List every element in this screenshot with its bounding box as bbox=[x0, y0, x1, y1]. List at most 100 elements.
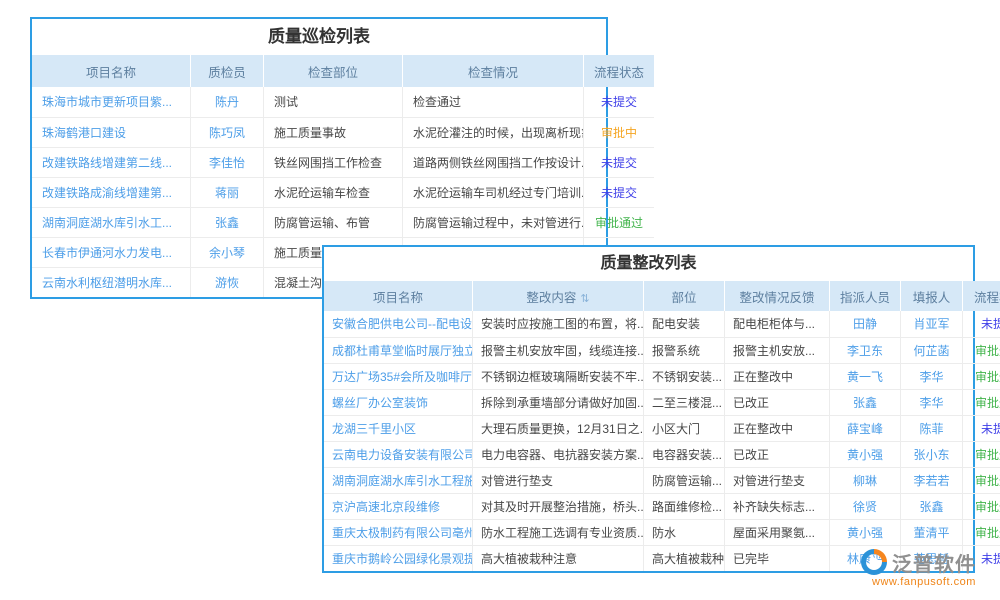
cell-filler[interactable]: 李华 bbox=[901, 389, 963, 415]
cell-part: 测试 bbox=[264, 87, 403, 117]
cell-inspector[interactable]: 蒋丽 bbox=[191, 177, 264, 207]
cell-project[interactable]: 万达广场35#会所及咖啡厅空... bbox=[324, 363, 473, 389]
cell-feedback: 已完毕 bbox=[725, 545, 830, 571]
cell-content: 对管进行垫支 bbox=[473, 467, 644, 493]
cell-part: 电容器安装... bbox=[644, 441, 725, 467]
brand-url: www.fanpusoft.com bbox=[872, 576, 998, 588]
cell-part: 防水 bbox=[644, 519, 725, 545]
cell-assignee[interactable]: 张鑫 bbox=[830, 389, 901, 415]
cell-assignee[interactable]: 田静 bbox=[830, 311, 901, 337]
inspection-header-row: 项目名称质检员检查部位检查情况流程状态 bbox=[32, 55, 654, 87]
cell-inspector[interactable]: 李佳怡 bbox=[191, 147, 264, 177]
cell-status: 审批通过 bbox=[963, 363, 1000, 389]
cell-status: 审批通过 bbox=[963, 467, 1000, 493]
sort-icon[interactable]: ⇅ bbox=[580, 293, 589, 305]
cell-inspector[interactable]: 陈巧凤 bbox=[191, 117, 264, 147]
cell-project[interactable]: 珠海市城市更新项目紫... bbox=[32, 87, 191, 117]
cell-status: 审批通过 bbox=[963, 337, 1000, 363]
cell-assignee[interactable]: 徐贤 bbox=[830, 493, 901, 519]
cell-status: 未提交 bbox=[963, 415, 1000, 441]
cell-project[interactable]: 湖南洞庭湖水库引水工... bbox=[32, 207, 191, 237]
cell-assignee[interactable]: 黄一飞 bbox=[830, 363, 901, 389]
cell-project[interactable]: 重庆市鹅岭公园绿化景观提升... bbox=[324, 545, 473, 571]
cell-project[interactable]: 安徽合肥供电公司--配电设备... bbox=[324, 311, 473, 337]
cell-status: 审批通过 bbox=[584, 207, 655, 237]
table-row: 成都杜甫草堂临时展厅独立展...报警主机安放牢固，线缆连接...报警系统报警主机… bbox=[324, 337, 1000, 363]
cell-part: 铁丝网围挡工作检查 bbox=[264, 147, 403, 177]
column-header-part: 检查部位 bbox=[264, 55, 403, 87]
cell-assignee[interactable]: 黄小强 bbox=[830, 519, 901, 545]
brand-name: 泛普软件 bbox=[892, 548, 976, 577]
cell-situation: 道路两侧铁丝网围挡工作按设计... bbox=[403, 147, 584, 177]
cell-part: 水泥砼运输车检查 bbox=[264, 177, 403, 207]
cell-feedback: 正在整改中 bbox=[725, 415, 830, 441]
cell-project[interactable]: 珠海鹤港口建设 bbox=[32, 117, 191, 147]
column-header-status: 流程状态 bbox=[584, 55, 655, 87]
column-header-project: 项目名称 bbox=[32, 55, 191, 87]
cell-project[interactable]: 改建铁路线增建第二线... bbox=[32, 147, 191, 177]
cell-status: 审批中 bbox=[584, 117, 655, 147]
cell-assignee[interactable]: 薛宝峰 bbox=[830, 415, 901, 441]
cell-filler[interactable]: 李若若 bbox=[901, 467, 963, 493]
cell-filler[interactable]: 何芷菡 bbox=[901, 337, 963, 363]
cell-part: 路面维修检... bbox=[644, 493, 725, 519]
cell-content: 对其及时开展整治措施，桥头... bbox=[473, 493, 644, 519]
table-row: 改建铁路成渝线增建第...蒋丽水泥砼运输车检查水泥砼运输车司机经过专门培训...… bbox=[32, 177, 654, 207]
column-header-part: 部位 bbox=[644, 281, 725, 311]
cell-project[interactable]: 重庆太极制药有限公司亳州中... bbox=[324, 519, 473, 545]
cell-status: 审批通过 bbox=[963, 389, 1000, 415]
cell-assignee[interactable]: 李卫东 bbox=[830, 337, 901, 363]
cell-filler[interactable]: 陈菲 bbox=[901, 415, 963, 441]
cell-content: 报警主机安放牢固，线缆连接... bbox=[473, 337, 644, 363]
cell-content: 防水工程施工选调有专业资质... bbox=[473, 519, 644, 545]
column-header-inspector: 质检员 bbox=[191, 55, 264, 87]
column-header-situation: 检查情况 bbox=[403, 55, 584, 87]
cell-status: 未提交 bbox=[584, 87, 655, 117]
cell-filler[interactable]: 李华 bbox=[901, 363, 963, 389]
cell-content: 高大植被栽种注意 bbox=[473, 545, 644, 571]
cell-filler[interactable]: 张鑫 bbox=[901, 493, 963, 519]
fanpu-watermark: 泛普软件 www.fanpusoft.com bbox=[858, 546, 998, 588]
cell-filler[interactable]: 肖亚军 bbox=[901, 311, 963, 337]
cell-part: 防腐管运输、布管 bbox=[264, 207, 403, 237]
cell-part: 不锈钢安装... bbox=[644, 363, 725, 389]
cell-project[interactable]: 云南水利枢纽潜明水库... bbox=[32, 267, 191, 297]
cell-feedback: 报警主机安放... bbox=[725, 337, 830, 363]
cell-project[interactable]: 螺丝厂办公室装饰 bbox=[324, 389, 473, 415]
cell-project[interactable]: 云南电力设备安装有限公司20... bbox=[324, 441, 473, 467]
column-header-project: 项目名称 bbox=[324, 281, 473, 311]
table-row: 龙湖三千里小区大理石质量更换，12月31日之...小区大门正在整改中薛宝峰陈菲未… bbox=[324, 415, 1000, 441]
table-row: 改建铁路线增建第二线...李佳怡铁丝网围挡工作检查道路两侧铁丝网围挡工作按设计.… bbox=[32, 147, 654, 177]
cell-feedback: 对管进行垫支 bbox=[725, 467, 830, 493]
cell-inspector[interactable]: 游恢 bbox=[191, 267, 264, 297]
cell-feedback: 正在整改中 bbox=[725, 363, 830, 389]
cell-part: 报警系统 bbox=[644, 337, 725, 363]
cell-inspector[interactable]: 张鑫 bbox=[191, 207, 264, 237]
quality-rectification-table: 项目名称整改内容⇅部位整改情况反馈指派人员填报人流程状态 安徽合肥供电公司--配… bbox=[324, 281, 1000, 571]
cell-part: 配电安装 bbox=[644, 311, 725, 337]
cell-situation: 水泥砼运输车司机经过专门培训... bbox=[403, 177, 584, 207]
column-header-filler: 填报人 bbox=[901, 281, 963, 311]
cell-project[interactable]: 湖南洞庭湖水库引水工程施工标 bbox=[324, 467, 473, 493]
cell-part: 二至三楼混... bbox=[644, 389, 725, 415]
cell-project[interactable]: 成都杜甫草堂临时展厅独立展... bbox=[324, 337, 473, 363]
cell-inspector[interactable]: 陈丹 bbox=[191, 87, 264, 117]
cell-filler[interactable]: 张小东 bbox=[901, 441, 963, 467]
table-row: 湖南洞庭湖水库引水工...张鑫防腐管运输、布管防腐管运输过程中，未对管进行...… bbox=[32, 207, 654, 237]
cell-project[interactable]: 龙湖三千里小区 bbox=[324, 415, 473, 441]
cell-content: 安装时应按施工图的布置，将... bbox=[473, 311, 644, 337]
table-row: 京沪高速北京段维修对其及时开展整治措施，桥头...路面维修检...补齐缺失标志.… bbox=[324, 493, 1000, 519]
cell-filler[interactable]: 董清平 bbox=[901, 519, 963, 545]
cell-feedback: 已改正 bbox=[725, 441, 830, 467]
cell-inspector[interactable]: 余小琴 bbox=[191, 237, 264, 267]
cell-project[interactable]: 改建铁路成渝线增建第... bbox=[32, 177, 191, 207]
column-header-status: 流程状态 bbox=[963, 281, 1000, 311]
cell-content: 电力电容器、电抗器安装方案... bbox=[473, 441, 644, 467]
cell-project[interactable]: 长春市伊通河水力发电... bbox=[32, 237, 191, 267]
rectification-table-title: 质量整改列表 bbox=[324, 247, 973, 281]
column-header-content[interactable]: 整改内容⇅ bbox=[473, 281, 644, 311]
quality-rectification-panel: 质量整改列表 项目名称整改内容⇅部位整改情况反馈指派人员填报人流程状态 安徽合肥… bbox=[322, 245, 975, 573]
cell-project[interactable]: 京沪高速北京段维修 bbox=[324, 493, 473, 519]
cell-assignee[interactable]: 柳琳 bbox=[830, 467, 901, 493]
cell-assignee[interactable]: 黄小强 bbox=[830, 441, 901, 467]
